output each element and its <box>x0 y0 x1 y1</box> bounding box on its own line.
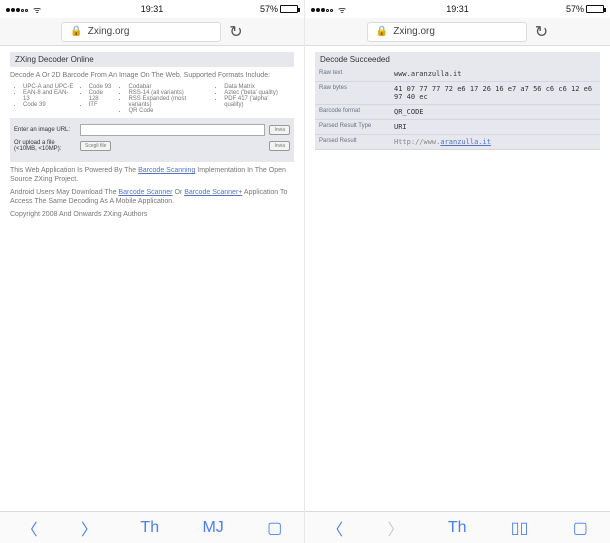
decode-form: Enter an image URL: Invia Or upload a fi… <box>10 118 294 162</box>
parsed-result-label: Parsed Result <box>315 135 390 149</box>
barcode-scanner-link[interactable]: Barcode Scanner <box>118 189 172 196</box>
phone-left: ᯤ 19:31 57% 🔒 Zxing.org ↻ ZXing Decoder … <box>0 0 305 543</box>
lock-icon: 🔒 <box>376 26 388 37</box>
page-content-left: ZXing Decoder Online Decode A Or 2D Barc… <box>0 46 304 230</box>
formats-columns: UPC-A and UPC-EEAN-8 and EAN-13Code 39 C… <box>10 84 294 114</box>
url-field[interactable]: 🔒 Zxing.org <box>367 22 527 42</box>
powered-by-text: This Web Application Is Powered By The B… <box>10 166 294 184</box>
barcode-scanning-link[interactable]: Barcode Scanning <box>138 167 195 174</box>
battery-icon <box>280 5 298 13</box>
result-link[interactable]: aranzulla.it <box>440 138 491 146</box>
choose-file-button[interactable]: Scegli file <box>80 141 111 151</box>
parsed-type-value: URI <box>390 120 600 134</box>
image-url-input[interactable] <box>80 124 265 136</box>
submit-url-button[interactable]: Invia <box>269 125 290 135</box>
wifi-icon: ᯤ <box>338 3 346 16</box>
address-bar: 🔒 Zxing.org ↻ <box>305 18 610 46</box>
raw-text-value: www.aranzulla.it <box>390 67 600 81</box>
result-table: Raw textwww.aranzulla.it Raw bytes41 07 … <box>315 67 600 150</box>
raw-bytes-value: 41 07 77 77 72 e6 17 26 16 e7 a7 56 c6 c… <box>390 82 600 104</box>
battery-pct: 57% <box>260 4 278 14</box>
url-input-label: Enter an image URL: <box>14 127 76 133</box>
parsed-result-value: Http://www.aranzulla.it <box>390 135 600 149</box>
raw-bytes-label: Raw bytes <box>315 82 390 104</box>
barcode-format-value: QR_CODE <box>390 105 600 119</box>
signal-dots-icon <box>6 4 29 14</box>
reload-icon[interactable]: ↻ <box>229 22 242 42</box>
share-button[interactable]: Th <box>140 519 159 537</box>
file-input-label: Or upload a file (<10MB, <10MP): <box>14 140 76 152</box>
copyright-text: Copyright 2008 And Onwards ZXing Authors <box>10 210 294 219</box>
raw-text-label: Raw text <box>315 67 390 81</box>
battery-pct: 57% <box>566 4 584 14</box>
back-button[interactable]: 〈 <box>327 516 343 540</box>
tabs-button[interactable]: ▢ <box>267 518 282 538</box>
url-text: Zxing.org <box>88 26 130 37</box>
safari-toolbar: 〈 〉 Th ▯▯ ▢ <box>305 511 610 543</box>
bookmarks-button[interactable]: MJ <box>202 519 223 537</box>
barcode-format-label: Barcode format <box>315 105 390 119</box>
panel-title: ZXing Decoder Online <box>10 52 294 67</box>
intro-text: Decode A Or 2D Barcode From An Image On … <box>10 71 294 80</box>
barcode-scanner-plus-link[interactable]: Barcode Scanner+ <box>184 189 242 196</box>
back-button[interactable]: 〈 <box>22 516 38 540</box>
page-content-right: Decode Succeeded Raw textwww.aranzulla.i… <box>305 46 610 156</box>
android-text: Android Users May Download The Barcode S… <box>10 188 294 206</box>
reload-icon[interactable]: ↻ <box>535 22 548 42</box>
wifi-icon: ᯤ <box>33 3 41 16</box>
signal-dots-icon <box>311 4 334 14</box>
lock-icon: 🔒 <box>70 26 82 37</box>
url-field[interactable]: 🔒 Zxing.org <box>61 22 221 42</box>
status-bar: ᯤ 19:31 57% <box>0 0 304 18</box>
submit-file-button[interactable]: Invia <box>269 141 290 151</box>
battery-icon <box>586 5 604 13</box>
forward-button[interactable]: 〉 <box>81 516 97 540</box>
share-button[interactable]: Th <box>448 519 467 537</box>
tabs-button[interactable]: ▢ <box>573 518 588 538</box>
clock: 19:31 <box>0 4 304 14</box>
bookmarks-button[interactable]: ▯▯ <box>511 518 529 538</box>
decode-succeeded-header: Decode Succeeded <box>315 52 600 67</box>
forward-button: 〉 <box>387 516 403 540</box>
phone-right: ᯤ 19:31 57% 🔒 Zxing.org ↻ Decode Succeed… <box>305 0 610 543</box>
status-bar: ᯤ 19:31 57% <box>305 0 610 18</box>
clock: 19:31 <box>305 4 610 14</box>
url-text: Zxing.org <box>393 26 435 37</box>
parsed-type-label: Parsed Result Type <box>315 120 390 134</box>
safari-toolbar: 〈 〉 Th MJ ▢ <box>0 511 304 543</box>
address-bar: 🔒 Zxing.org ↻ <box>0 18 304 46</box>
